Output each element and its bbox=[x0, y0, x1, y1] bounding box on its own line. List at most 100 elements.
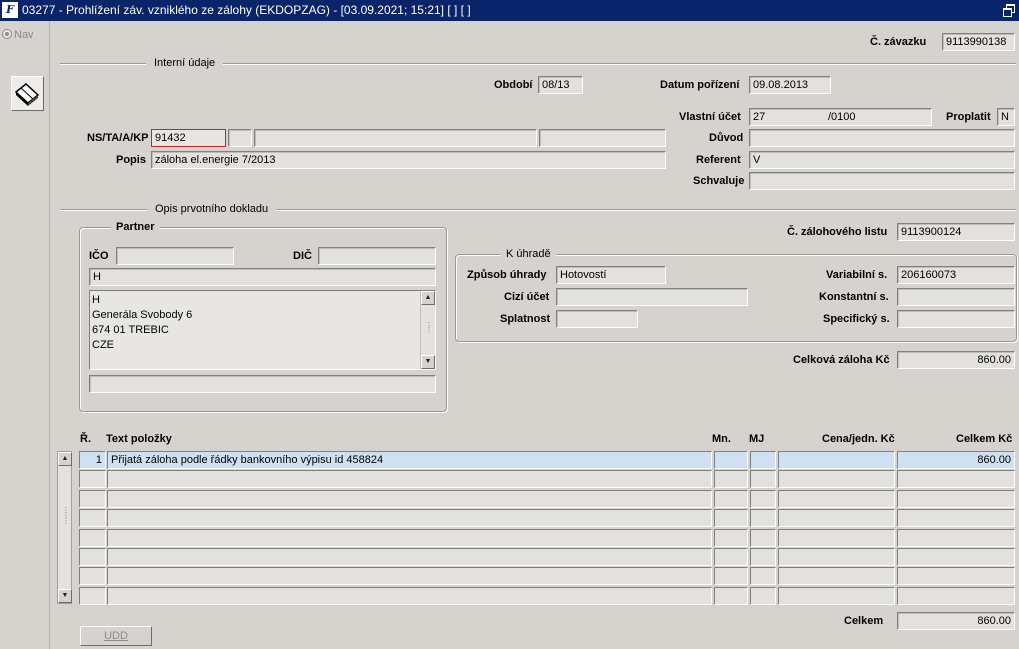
ico-field[interactable] bbox=[116, 247, 234, 265]
cell-cena[interactable] bbox=[778, 509, 895, 527]
dic-field[interactable] bbox=[318, 247, 436, 265]
cell-mn[interactable] bbox=[714, 529, 748, 547]
cell-r[interactable] bbox=[79, 567, 106, 585]
table-scrollbar[interactable]: ▲ ⋮ ⋮ ⋮ ▼ bbox=[57, 451, 72, 604]
cell-mn[interactable] bbox=[714, 490, 748, 508]
address-scrollbar[interactable]: ▲ ⋮ ⋮ ▼ bbox=[420, 291, 435, 369]
cell-text[interactable]: Přijatá záloha podle řádky bankovního vý… bbox=[107, 451, 712, 469]
scroll-grip-icon[interactable]: ⋮ ⋮ bbox=[425, 322, 433, 335]
celkova-zaloha-field[interactable]: 860.00 bbox=[897, 351, 1015, 369]
cell-mn[interactable] bbox=[714, 587, 748, 605]
datum-porizeni-field[interactable]: 09.08.2013 bbox=[749, 76, 831, 94]
c-zavazku-field[interactable]: 9113990138 bbox=[942, 33, 1015, 51]
cell-celkem[interactable] bbox=[897, 509, 1015, 527]
cell-celkem[interactable] bbox=[897, 548, 1015, 566]
schvaluje-label: Schvaluje bbox=[693, 175, 745, 187]
zpusob-uhrady-field[interactable]: Hotovostí bbox=[556, 266, 666, 284]
celkem-field[interactable]: 860.00 bbox=[897, 612, 1015, 630]
cell-mn[interactable] bbox=[714, 548, 748, 566]
cell-mn[interactable] bbox=[714, 567, 748, 585]
cell-cena[interactable] bbox=[778, 529, 895, 547]
eraser-tool-button[interactable] bbox=[11, 76, 44, 111]
left-toolbar bbox=[0, 21, 50, 649]
c-zalohoveho-listu-field[interactable]: 9113900124 bbox=[897, 223, 1015, 241]
cell-mj[interactable] bbox=[750, 587, 776, 605]
proplatit-field[interactable]: N bbox=[997, 108, 1015, 126]
cell-celkem[interactable] bbox=[897, 470, 1015, 488]
nav-radio[interactable]: Nav bbox=[2, 29, 48, 45]
cell-celkem[interactable] bbox=[897, 567, 1015, 585]
address-textarea[interactable]: H Generála Svobody 6 674 01 TREBIC CZE bbox=[89, 290, 436, 370]
cell-mj[interactable] bbox=[750, 548, 776, 566]
cell-cena[interactable] bbox=[778, 470, 895, 488]
popis-field[interactable]: záloha el.energie 7/2013 bbox=[151, 151, 666, 169]
col-header-text: Text položky bbox=[106, 433, 172, 445]
a-field[interactable] bbox=[254, 129, 537, 147]
scroll-down-icon[interactable]: ▼ bbox=[421, 355, 435, 369]
cell-text[interactable] bbox=[107, 490, 712, 508]
splatnost-field[interactable] bbox=[556, 310, 638, 328]
cell-mj[interactable] bbox=[750, 509, 776, 527]
partner-extra-field[interactable] bbox=[89, 375, 436, 393]
cell-cena[interactable] bbox=[778, 587, 895, 605]
referent-field[interactable]: V bbox=[749, 151, 1015, 169]
cell-cena[interactable] bbox=[778, 451, 895, 469]
cell-mj[interactable] bbox=[750, 451, 776, 469]
cell-cena[interactable] bbox=[778, 548, 895, 566]
cell-text[interactable] bbox=[107, 548, 712, 566]
cell-cena[interactable] bbox=[778, 567, 895, 585]
proplatit-label: Proplatit bbox=[946, 111, 991, 123]
cell-mj[interactable] bbox=[750, 470, 776, 488]
vlastni-ucet-field[interactable]: 27 /0100 bbox=[749, 108, 932, 126]
cell-text[interactable] bbox=[107, 470, 712, 488]
specificky-label: Specifický s. bbox=[823, 313, 890, 325]
cell-text[interactable] bbox=[107, 529, 712, 547]
cell-text[interactable] bbox=[107, 509, 712, 527]
cell-r[interactable] bbox=[79, 548, 106, 566]
udd-button-label: UDD bbox=[104, 630, 128, 642]
scroll-grip-icon[interactable]: ⋮ ⋮ ⋮ bbox=[62, 507, 70, 525]
col-header-celkem: Celkem Kč bbox=[956, 433, 1013, 445]
cell-text[interactable] bbox=[107, 567, 712, 585]
col-header-mj: MJ bbox=[749, 433, 765, 445]
cizi-ucet-field[interactable] bbox=[556, 288, 748, 306]
cell-celkem[interactable] bbox=[897, 587, 1015, 605]
cell-mn[interactable] bbox=[714, 509, 748, 527]
restore-window-icon[interactable] bbox=[1003, 4, 1015, 17]
scroll-up-icon[interactable]: ▲ bbox=[58, 452, 72, 466]
scroll-up-icon[interactable]: ▲ bbox=[421, 291, 435, 305]
cell-r[interactable] bbox=[79, 529, 106, 547]
schvaluje-field[interactable] bbox=[749, 172, 1015, 190]
address-line: 674 01 TREBIC bbox=[92, 324, 169, 336]
partner-name-field[interactable]: H bbox=[89, 268, 436, 286]
cell-celkem[interactable] bbox=[897, 490, 1015, 508]
ns-field[interactable]: 91432 bbox=[151, 129, 226, 147]
cell-celkem[interactable]: 860.00 bbox=[897, 451, 1015, 469]
cell-mj[interactable] bbox=[750, 529, 776, 547]
opis-dokladu-title: Opis prvotního dokladu bbox=[147, 203, 277, 215]
cell-mj[interactable] bbox=[750, 567, 776, 585]
ico-label: IČO bbox=[89, 250, 109, 262]
cell-celkem[interactable] bbox=[897, 529, 1015, 547]
cell-cena[interactable] bbox=[778, 490, 895, 508]
cell-r[interactable] bbox=[79, 587, 106, 605]
ta-field[interactable] bbox=[228, 129, 252, 147]
cell-mn[interactable] bbox=[714, 470, 748, 488]
cell-text[interactable] bbox=[107, 587, 712, 605]
specificky-field[interactable] bbox=[897, 310, 1015, 328]
cell-mn[interactable] bbox=[714, 451, 748, 469]
obdobi-field[interactable]: 08/13 bbox=[538, 76, 583, 94]
scroll-down-icon[interactable]: ▼ bbox=[58, 589, 72, 603]
cell-r[interactable] bbox=[79, 490, 106, 508]
cell-r[interactable]: 1 bbox=[79, 451, 106, 469]
cell-r[interactable] bbox=[79, 509, 106, 527]
duvod-field[interactable] bbox=[749, 129, 1015, 147]
address-line: CZE bbox=[92, 339, 114, 351]
kp-field[interactable] bbox=[539, 129, 666, 147]
ns-label: NS/TA/A/KP bbox=[87, 132, 149, 144]
udd-button[interactable]: UDD bbox=[80, 626, 152, 646]
konstantni-field[interactable] bbox=[897, 288, 1015, 306]
variabilni-field[interactable]: 206160073 bbox=[897, 266, 1015, 284]
cell-mj[interactable] bbox=[750, 490, 776, 508]
cell-r[interactable] bbox=[79, 470, 106, 488]
